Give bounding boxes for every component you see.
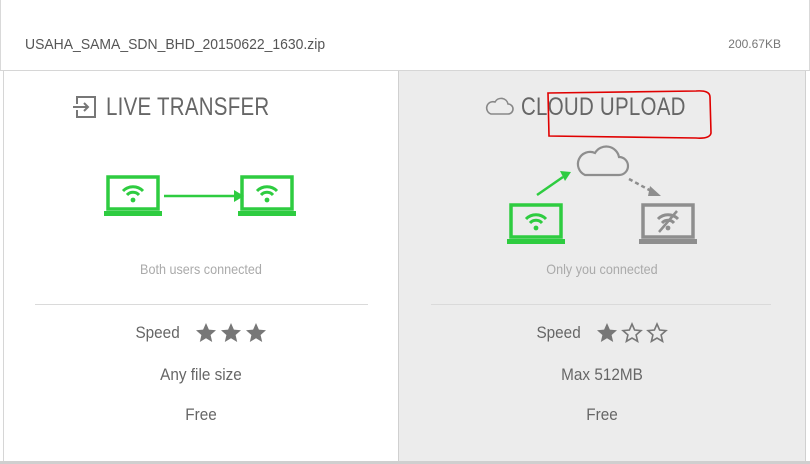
file-size: 200.67KB: [728, 37, 781, 51]
live-transfer-title-row: LIVE TRANSFER: [0, 91, 386, 123]
speed-label: Speed: [536, 323, 581, 342]
file-name: USAHA_SAMA_SDN_BHD_20150622_1630.zip: [25, 36, 326, 53]
wifi-laptop-icon: [238, 175, 296, 216]
live-transfer-title: LIVE TRANSFER: [106, 92, 270, 121]
cloud-upload-file-size: Max 512MB: [561, 365, 643, 384]
cloud-upload-caption: Only you connected: [546, 261, 658, 277]
live-transfer-speed-rating: Speed: [4, 321, 398, 345]
speed-label: Speed: [135, 323, 180, 342]
star-filled-icon: [597, 323, 618, 342]
star-outline-icon: [621, 321, 644, 343]
cloud-upload-speed-rating: Speed: [399, 321, 805, 345]
cloud-upload-separator: [431, 304, 771, 305]
star-filled-icon: [221, 323, 242, 342]
cloud-upload-diagram: [507, 145, 697, 244]
file-header: USAHA_SAMA_SDN_BHD_20150622_1630.zip 200…: [0, 0, 810, 70]
live-transfer-separator: [35, 304, 368, 305]
cloud-icon: [485, 97, 514, 115]
wifi-off-laptop-icon: [639, 203, 697, 244]
live-transfer-option[interactable]: LIVE TRANSFER Both users connected Speed…: [3, 71, 398, 461]
star-filled-icon: [246, 323, 267, 342]
red-highlight-annotation: [547, 90, 712, 139]
live-transfer-diagram: [104, 175, 296, 216]
live-transfer-price: Free: [185, 405, 217, 424]
star-filled-icon: [196, 323, 217, 342]
cloud-icon: [576, 145, 630, 177]
star-outline-icon: [646, 321, 669, 343]
live-transfer-file-size: Any file size: [160, 365, 242, 384]
transfer-arrow-icon: [72, 96, 97, 118]
wifi-laptop-icon: [507, 203, 565, 244]
live-transfer-caption: Both users connected: [140, 261, 262, 277]
wifi-laptop-icon: [104, 175, 162, 216]
cloud-upload-price: Free: [586, 405, 618, 424]
